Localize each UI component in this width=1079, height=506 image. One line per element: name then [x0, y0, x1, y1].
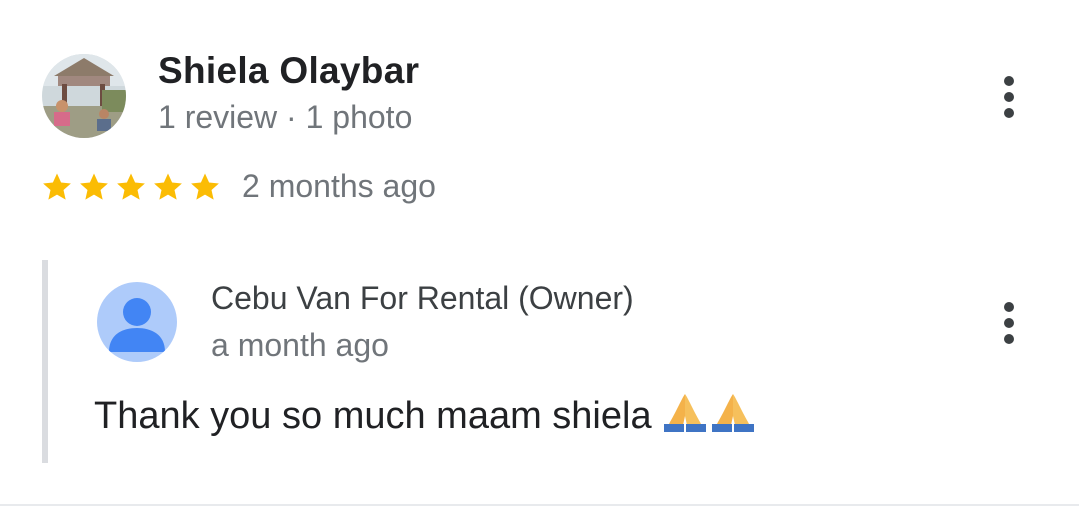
reviewer-photo: [42, 54, 126, 138]
reviewer-name[interactable]: Shiela Olaybar: [158, 50, 419, 92]
reply-date: a month ago: [211, 327, 389, 363]
more-vert-dot: [1004, 92, 1014, 102]
reply-more-options-button[interactable]: [989, 293, 1029, 353]
star-icon: [191, 173, 219, 200]
owner-name: Cebu Van For Rental (Owner): [211, 280, 634, 316]
reply-text: Thank you so much maam shiela: [94, 392, 756, 438]
review-date: 2 months ago: [242, 168, 436, 204]
default-person-avatar-icon: [109, 298, 165, 352]
star-rating: [40, 170, 222, 204]
reviewer-meta: 1 review · 1 photo: [158, 99, 413, 135]
reviewer-avatar[interactable]: [42, 54, 126, 138]
more-vert-dot: [1004, 334, 1014, 344]
review-card: Shiela Olaybar 1 review · 1 photo 2 mont…: [0, 0, 1079, 506]
star-icon: [117, 173, 145, 200]
pray-emoji: [662, 392, 756, 432]
more-vert-icon: [1004, 76, 1014, 86]
star-icon: [154, 173, 182, 200]
star-icon: [80, 173, 108, 200]
pray-hands-icon: [711, 394, 754, 432]
more-vert-icon: [1004, 302, 1014, 312]
star-icon: [43, 173, 71, 200]
more-vert-dot: [1004, 318, 1014, 328]
pray-hands-icon: [663, 394, 706, 432]
more-vert-dot: [1004, 108, 1014, 118]
review-more-options-button[interactable]: [989, 67, 1029, 127]
reply-text-content: Thank you so much maam shiela: [94, 395, 652, 437]
owner-avatar: [97, 282, 177, 362]
owner-reply: Cebu Van For Rental (Owner) a month ago …: [42, 260, 1048, 463]
